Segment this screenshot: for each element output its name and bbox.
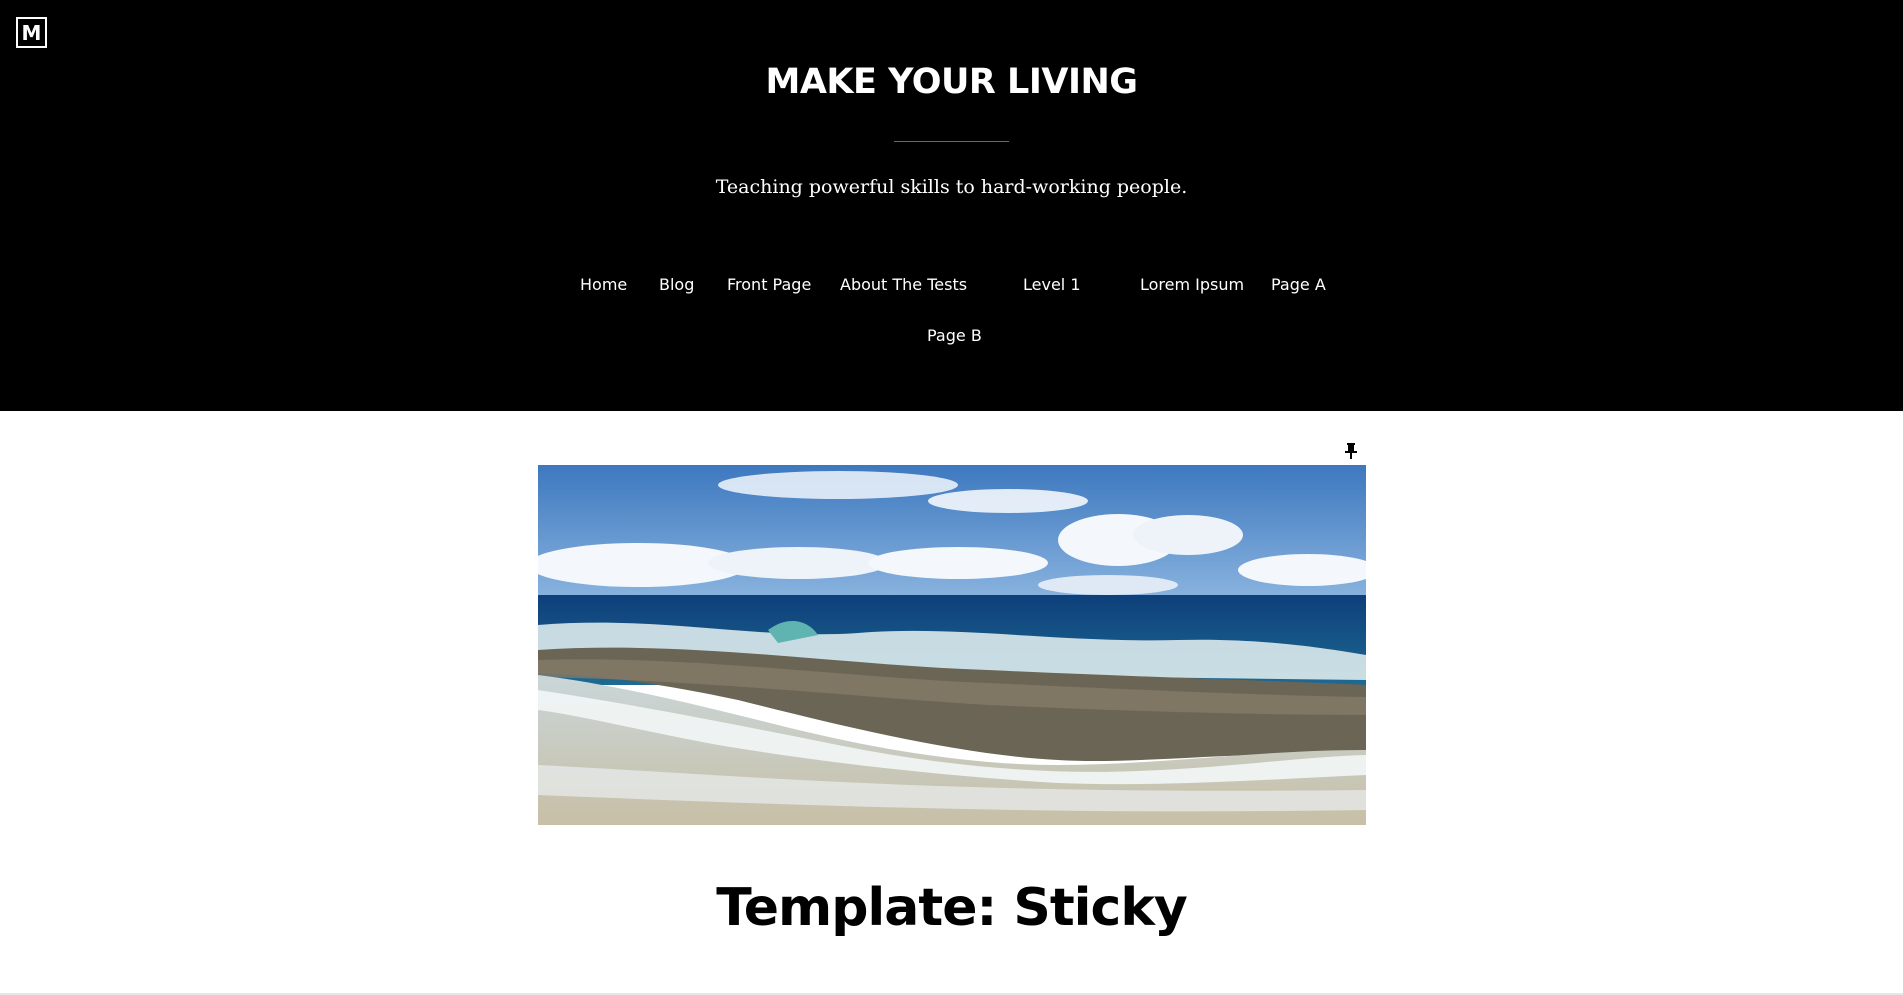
nav-item-about-the-tests[interactable]: About The Tests [840, 275, 967, 295]
site-title[interactable]: MAKE YOUR LIVING [0, 62, 1903, 102]
title-divider [894, 141, 1009, 142]
featured-image[interactable] [538, 465, 1366, 825]
nav-item-page-b[interactable]: Page B [927, 326, 982, 346]
nav-item-lorem-ipsum[interactable]: Lorem Ipsum [1140, 275, 1244, 295]
nav-item-front-page[interactable]: Front Page [727, 275, 811, 295]
site-header: M MAKE YOUR LIVING Teaching powerful ski… [0, 0, 1903, 411]
site-tagline: Teaching powerful skills to hard-working… [715, 176, 1188, 198]
nav-item-home[interactable]: Home [580, 275, 627, 295]
nav-item-level-1[interactable]: Level 1 [1023, 275, 1081, 295]
site-logo[interactable]: M [16, 17, 47, 48]
logo-letter: M [21, 20, 42, 45]
nav-item-page-a[interactable]: Page A [1271, 275, 1326, 295]
post-title[interactable]: Template: Sticky [0, 878, 1903, 938]
pushpin-icon [1343, 442, 1359, 460]
nav-item-blog[interactable]: Blog [659, 275, 694, 295]
